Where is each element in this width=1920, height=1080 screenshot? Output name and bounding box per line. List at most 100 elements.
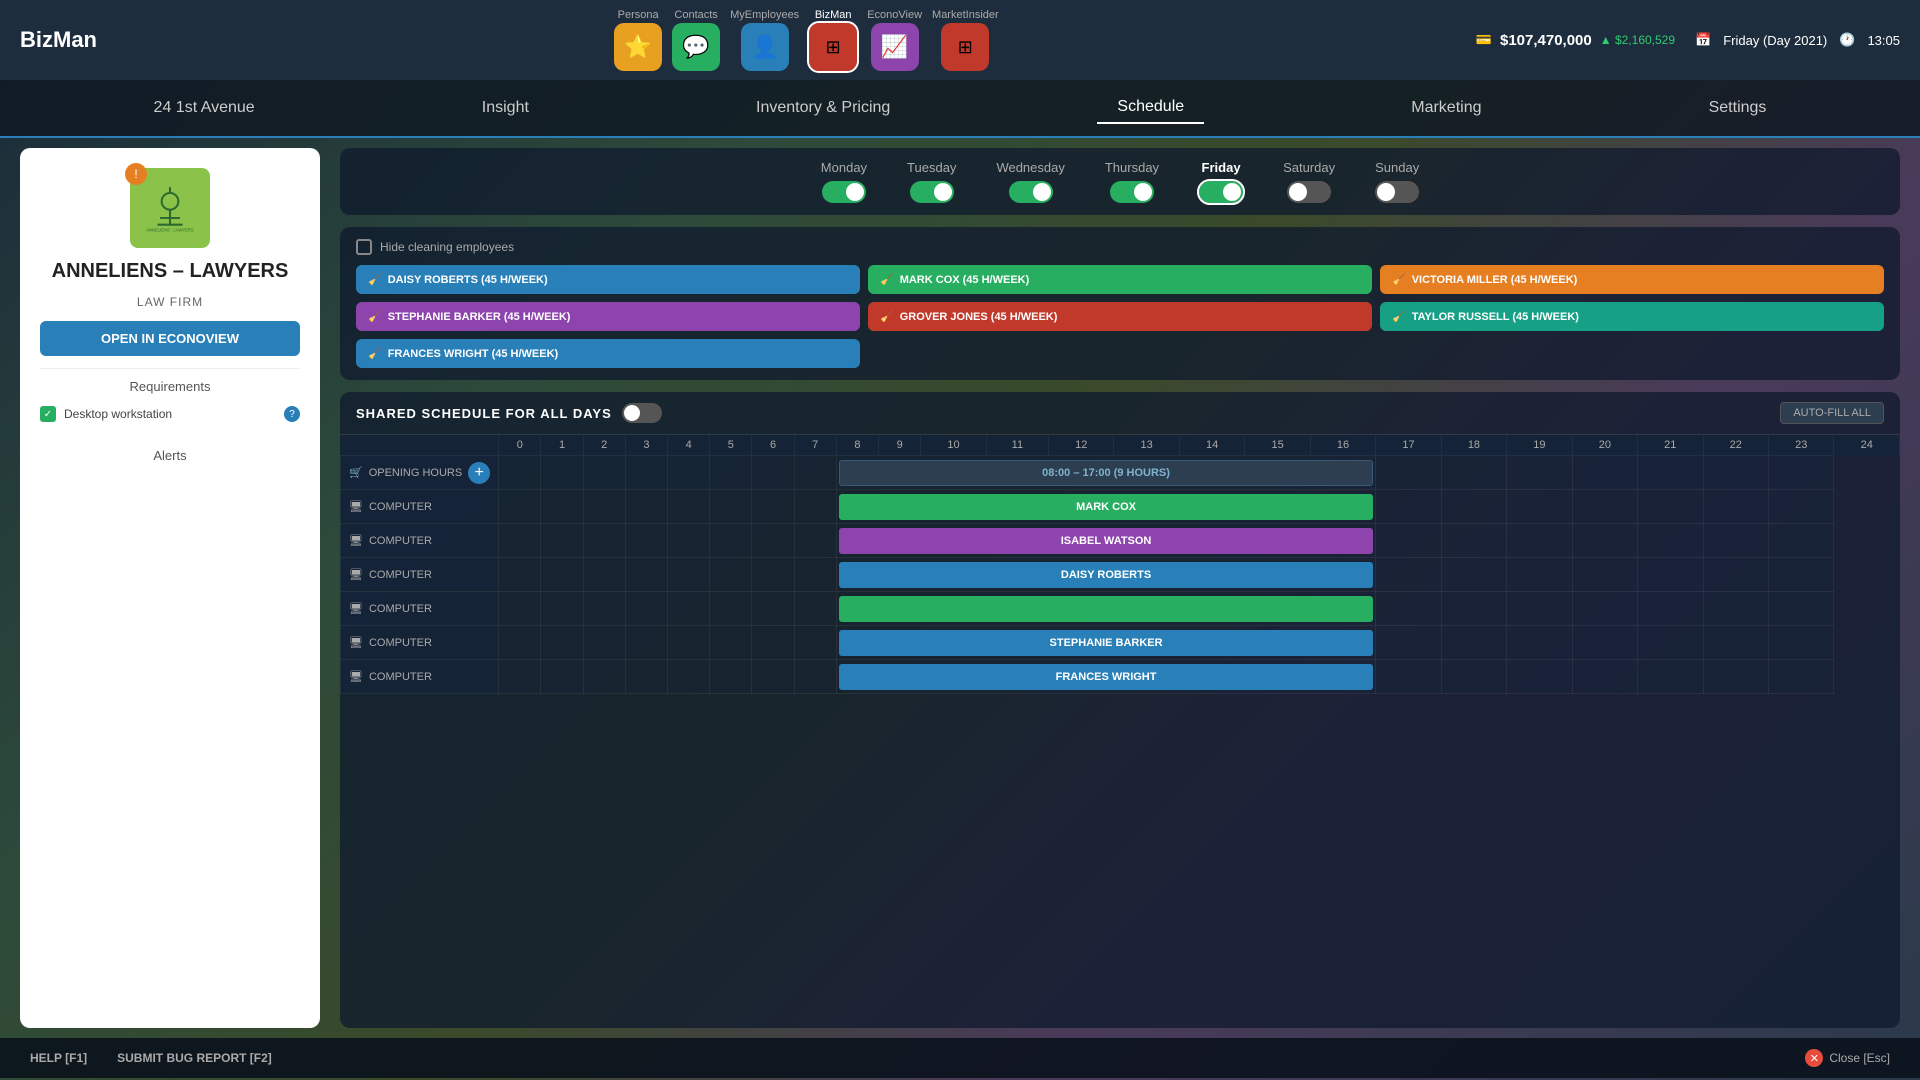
mark-cox-bar-cell[interactable]: MARK COX (836, 490, 1375, 524)
emp-chip-icon: 🧹 (880, 310, 894, 323)
auto-fill-button[interactable]: AUTO-FILL ALL (1780, 402, 1884, 424)
nav-icons-container: Persona ⭐ Contacts 💬 MyEmployees 👤 BizMa… (137, 9, 1476, 71)
day-sunday-toggle[interactable] (1375, 181, 1419, 203)
opening-cell-7[interactable] (794, 456, 836, 490)
bug-report-button[interactable]: SUBMIT BUG REPORT [F2] (117, 1051, 272, 1065)
nav-bizman[interactable]: BizMan ⊞ (809, 9, 857, 71)
daisy-roberts-bar-cell[interactable]: DAISY ROBERTS (836, 558, 1375, 592)
close-x-icon: ✕ (1805, 1049, 1823, 1067)
emp-chip-taylor[interactable]: 🧹 TAYLOR RUSSELL (45 H/WEEK) (1380, 302, 1884, 331)
nav-persona[interactable]: Persona ⭐ (614, 9, 662, 71)
nav-contacts[interactable]: Contacts 💬 (672, 9, 720, 71)
econoview-icon[interactable]: 📈 (871, 23, 919, 71)
day-thursday-toggle[interactable] (1110, 181, 1154, 203)
requirement-item: ✓ Desktop workstation ? (40, 402, 300, 426)
nav-econoview[interactable]: EconoView 📈 (867, 9, 922, 71)
day-monday-toggle[interactable] (822, 181, 866, 203)
employee-chips-grid: 🧹 DAISY ROBERTS (45 H/WEEK) 🧹 MARK COX (… (356, 265, 1884, 368)
subnav-address[interactable]: 24 1st Avenue (134, 93, 275, 123)
subnav-insight[interactable]: Insight (462, 93, 549, 123)
computer-label-4: COMPUTER (369, 603, 432, 615)
add-opening-button[interactable]: + (468, 462, 490, 484)
emp-chip-label: FRANCES WRIGHT (45 H/WEEK) (388, 348, 559, 360)
mark-cox-bar[interactable]: MARK COX (839, 494, 1373, 520)
emp-chip-stephanie[interactable]: 🧹 STEPHANIE BARKER (45 H/WEEK) (356, 302, 860, 331)
emp-chip-victoria[interactable]: 🧹 VICTORIA MILLER (45 H/WEEK) (1380, 265, 1884, 294)
isabel-watson-bar[interactable]: ISABEL WATSON (839, 528, 1373, 554)
emp-chip-mark[interactable]: 🧹 MARK COX (45 H/WEEK) (868, 265, 1372, 294)
svg-text:ANNELIENS · LAWYERS: ANNELIENS · LAWYERS (146, 227, 194, 232)
opening-cell-4[interactable] (668, 456, 710, 490)
opening-hours-bar[interactable]: 08:00 – 17:00 (9 HOURS) (839, 460, 1373, 486)
day-wednesday: Wednesday (996, 160, 1064, 203)
opening-cell-22[interactable] (1638, 456, 1703, 490)
opening-cell-19[interactable] (1441, 456, 1506, 490)
day-tuesday-toggle[interactable] (910, 181, 954, 203)
opening-cell-2[interactable] (583, 456, 625, 490)
hour-10: 10 (921, 435, 986, 456)
schedule-header: SHARED SCHEDULE FOR ALL DAYS AUTO-FILL A… (340, 392, 1900, 435)
company-name: ANNELIENS – LAWYERS (52, 260, 289, 283)
opening-cell-18[interactable] (1376, 456, 1441, 490)
subnav-schedule[interactable]: Schedule (1097, 92, 1204, 124)
hide-cleaning-checkbox[interactable] (356, 239, 372, 255)
myemployees-icon[interactable]: 👤 (741, 23, 789, 71)
main-content: ! ANNELIENS · LAWYERS ANNELIENS – LAWYER… (0, 138, 1920, 1038)
day-wednesday-label: Wednesday (996, 160, 1064, 175)
frances-wright-bar-cell[interactable]: FRANCES WRIGHT (836, 660, 1375, 694)
persona-icon[interactable]: ⭐ (614, 23, 662, 71)
opening-cell-1[interactable] (541, 456, 583, 490)
company-panel: ! ANNELIENS · LAWYERS ANNELIENS – LAWYER… (20, 148, 320, 1028)
opening-cell-24[interactable] (1768, 456, 1833, 490)
nav-myemployees[interactable]: MyEmployees 👤 (730, 9, 799, 71)
close-button[interactable]: ✕ Close [Esc] (1805, 1049, 1890, 1067)
day-friday-toggle[interactable] (1199, 181, 1243, 203)
isabel-watson-bar-cell[interactable]: ISABEL WATSON (836, 524, 1375, 558)
daisy-roberts-bar[interactable]: DAISY ROBERTS (839, 562, 1373, 588)
hide-cleaning-label: Hide cleaning employees (380, 240, 514, 254)
opening-cell-21[interactable] (1572, 456, 1637, 490)
frances-wright-bar[interactable]: FRANCES WRIGHT (839, 664, 1373, 690)
nav-marketinsider[interactable]: MarketInsider ⊞ (932, 9, 999, 71)
subnav-settings[interactable]: Settings (1689, 93, 1787, 123)
opening-cell-0[interactable] (499, 456, 541, 490)
emp-chip-grover[interactable]: 🧹 GROVER JONES (45 H/WEEK) (868, 302, 1372, 331)
emp-chip-frances[interactable]: 🧹 FRANCES WRIGHT (45 H/WEEK) (356, 339, 860, 368)
emp-chip-label: STEPHANIE BARKER (45 H/WEEK) (388, 311, 571, 323)
shared-schedule-toggle[interactable] (622, 403, 662, 423)
requirement-help-icon[interactable]: ? (284, 406, 300, 422)
day-saturday-label: Saturday (1283, 160, 1335, 175)
marketinsider-icon[interactable]: ⊞ (941, 23, 989, 71)
open-econoview-button[interactable]: OPEN IN ECONOVIEW (40, 321, 300, 356)
bizman-icon[interactable]: ⊞ (809, 23, 857, 71)
day-wednesday-toggle[interactable] (1009, 181, 1053, 203)
stephanie-barker-bar[interactable]: STEPHANIE BARKER (839, 630, 1373, 656)
day-saturday-toggle[interactable] (1287, 181, 1331, 203)
opening-cell-20[interactable] (1507, 456, 1572, 490)
emp-chip-icon: 🧹 (368, 347, 382, 360)
emp-chip-daisy[interactable]: 🧹 DAISY ROBERTS (45 H/WEEK) (356, 265, 860, 294)
opening-bar-cell[interactable]: 08:00 – 17:00 (9 HOURS) (836, 456, 1375, 490)
contacts-icon[interactable]: 💬 (672, 23, 720, 71)
hour-17: 17 (1376, 435, 1441, 456)
subnav-inventory[interactable]: Inventory & Pricing (736, 93, 910, 123)
stephanie-barker-bar-cell[interactable]: STEPHANIE BARKER (836, 626, 1375, 660)
emp-chip-icon: 🧹 (368, 273, 382, 286)
row-label-opening: 🛒 OPENING HOURS + (341, 456, 499, 490)
opening-cell-23[interactable] (1703, 456, 1768, 490)
emp-chip-icon: 🧹 (1392, 310, 1406, 323)
emp-chip-label: DAISY ROBERTS (45 H/WEEK) (388, 274, 548, 286)
subnav-marketing[interactable]: Marketing (1391, 93, 1501, 123)
opening-cell-6[interactable] (752, 456, 794, 490)
green-bar-cell[interactable] (836, 592, 1375, 626)
row-label-computer-6: 🖥 COMPUTER (341, 660, 499, 694)
day-friday-label: Friday (1202, 160, 1241, 175)
requirement-checkbox[interactable]: ✓ (40, 406, 56, 422)
help-button[interactable]: HELP [F1] (30, 1051, 87, 1065)
hour-11: 11 (986, 435, 1048, 456)
opening-cell-3[interactable] (625, 456, 667, 490)
green-bar[interactable] (839, 596, 1373, 622)
day-tuesday: Tuesday (907, 160, 956, 203)
opening-cell-5[interactable] (710, 456, 752, 490)
close-label[interactable]: Close [Esc] (1829, 1051, 1890, 1065)
